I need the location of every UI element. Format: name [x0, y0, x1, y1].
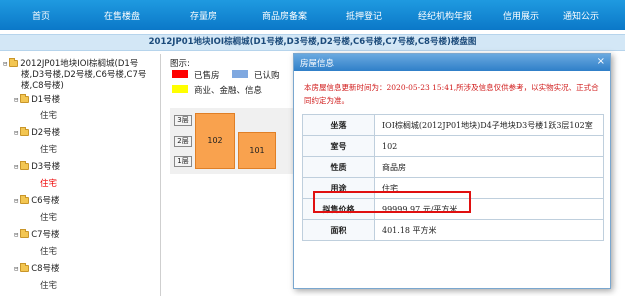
floor-button-3[interactable]: 3层 [174, 115, 192, 126]
tree-leaf-d1-residential[interactable]: 住宅 [40, 109, 57, 121]
collapse-icon[interactable]: ⊟ [14, 129, 18, 137]
nav-mortgage[interactable]: 抵押登记 [346, 9, 382, 22]
tree-item-c8[interactable]: ⊟ C8号楼 [14, 262, 60, 274]
tree-item-label: D3号楼 [31, 162, 61, 172]
value-area: 401.18 平方米 [374, 219, 604, 241]
tree-item-d2[interactable]: ⊟ D2号楼 [14, 126, 60, 138]
building-tree: ⊟ 2012JP01地块IOI棕榈城(D1号 楼,D3号楼,D2号楼,C6号楼,C… [0, 54, 160, 296]
tree-leaf-c8-residential[interactable]: 住宅 [40, 279, 57, 291]
tree-item-label: C8号楼 [31, 264, 60, 274]
label-room-number: 室号 [302, 135, 375, 157]
collapse-icon[interactable]: ⊟ [14, 231, 18, 239]
top-nav: 首页 在售楼盘 存量房 商品房备案 抵押登记 经纪机构年报 信用展示 通知公示 [0, 0, 625, 30]
value-location: IOI棕榈城(2012JP01地块)D4子地块D3号楼1跃3层102室 [374, 114, 604, 136]
nav-on-sale[interactable]: 在售楼盘 [104, 9, 140, 22]
legend-title: 图示: [170, 59, 190, 69]
collapse-icon[interactable]: ⊟ [14, 163, 18, 171]
house-info-dialog: 房屋信息 × 本房屋信息更新时间为：2020-05-23 15:41,所涉及信息… [293, 53, 611, 289]
legend-label-sold: 已售房 [194, 71, 220, 81]
tree-leaf-c6-residential[interactable]: 住宅 [40, 211, 57, 223]
tree-item-d1[interactable]: ⊟ D1号楼 [14, 93, 60, 105]
tree-leaf-d3-residential-selected[interactable]: 住宅 [40, 177, 57, 189]
collapse-icon[interactable]: ⊟ [14, 197, 18, 205]
label-location: 坐落 [302, 114, 375, 136]
legend-swatch-subscribed [232, 70, 248, 78]
folder-icon [20, 94, 30, 103]
label-area: 面积 [302, 219, 375, 241]
legend-swatch-sold [172, 70, 188, 78]
label-property-type: 性质 [302, 156, 375, 178]
nav-existing[interactable]: 存量房 [190, 9, 217, 22]
collapse-icon[interactable]: ⊟ [14, 265, 18, 273]
house-info-table: 坐落 IOI棕榈城(2012JP01地块)D4子地块D3号楼1跃3层102室 室号… [302, 114, 604, 241]
panel-divider [160, 54, 161, 296]
folder-icon [20, 127, 30, 136]
nav-record[interactable]: 商品房备案 [262, 9, 307, 22]
nav-notice[interactable]: 通知公示 [563, 9, 599, 22]
folder-icon [20, 161, 30, 170]
legend-label-subscribed: 已认购 [254, 71, 280, 81]
nav-home[interactable]: 首页 [32, 9, 50, 22]
tree-item-label: D2号楼 [31, 128, 61, 138]
table-row: 面积 401.18 平方米 [302, 219, 604, 241]
collapse-icon[interactable]: ⊟ [14, 96, 18, 104]
tree-leaf-c7-residential[interactable]: 住宅 [40, 245, 57, 257]
update-notice: 本房屋信息更新时间为：2020-05-23 15:41,所涉及信息仅供参考，以实… [304, 83, 599, 105]
nav-credit[interactable]: 信用展示 [503, 9, 539, 22]
floor-button-2[interactable]: 2层 [174, 136, 192, 147]
unit-102[interactable]: 102 [195, 113, 235, 169]
tree-item-c6[interactable]: ⊟ C6号楼 [14, 194, 60, 206]
nav-agency-report[interactable]: 经纪机构年报 [418, 9, 472, 22]
tree-item-d3[interactable]: ⊟ D3号楼 [14, 160, 60, 172]
folder-icon [20, 263, 30, 272]
tree-item-label: C7号楼 [31, 230, 60, 240]
legend-swatch-commercial [172, 85, 188, 93]
value-property-type: 商品房 [374, 156, 604, 178]
page-title: 2012JP01地块IOI棕榈城(D1号楼,D3号楼,D2号楼,C6号楼,C7号… [0, 34, 625, 51]
legend-label-commercial: 商业、金融、信息 [194, 86, 263, 96]
floor-button-1[interactable]: 1层 [174, 156, 192, 167]
dialog-header[interactable]: 房屋信息 × [294, 54, 610, 71]
collapse-icon[interactable]: ⊟ [3, 60, 7, 68]
folder-open-icon [9, 58, 19, 67]
folder-icon [20, 195, 30, 204]
tree-root-label-3: 楼,C8号楼) [21, 81, 64, 91]
table-row: 坐落 IOI棕榈城(2012JP01地块)D4子地块D3号楼1跃3层102室 [302, 114, 604, 136]
price-highlight-box [313, 191, 471, 213]
value-room-number: 102 [374, 135, 604, 157]
unit-101[interactable]: 101 [238, 132, 276, 169]
close-icon[interactable]: × [597, 56, 605, 67]
table-row: 室号 102 [302, 135, 604, 157]
folder-icon [20, 229, 30, 238]
table-row: 性质 商品房 [302, 156, 604, 178]
tree-item-label: C6号楼 [31, 196, 60, 206]
tree-item-label: D1号楼 [31, 95, 61, 105]
dialog-title: 房屋信息 [300, 59, 335, 69]
tree-item-c7[interactable]: ⊟ C7号楼 [14, 228, 60, 240]
tree-leaf-d2-residential[interactable]: 住宅 [40, 143, 57, 155]
